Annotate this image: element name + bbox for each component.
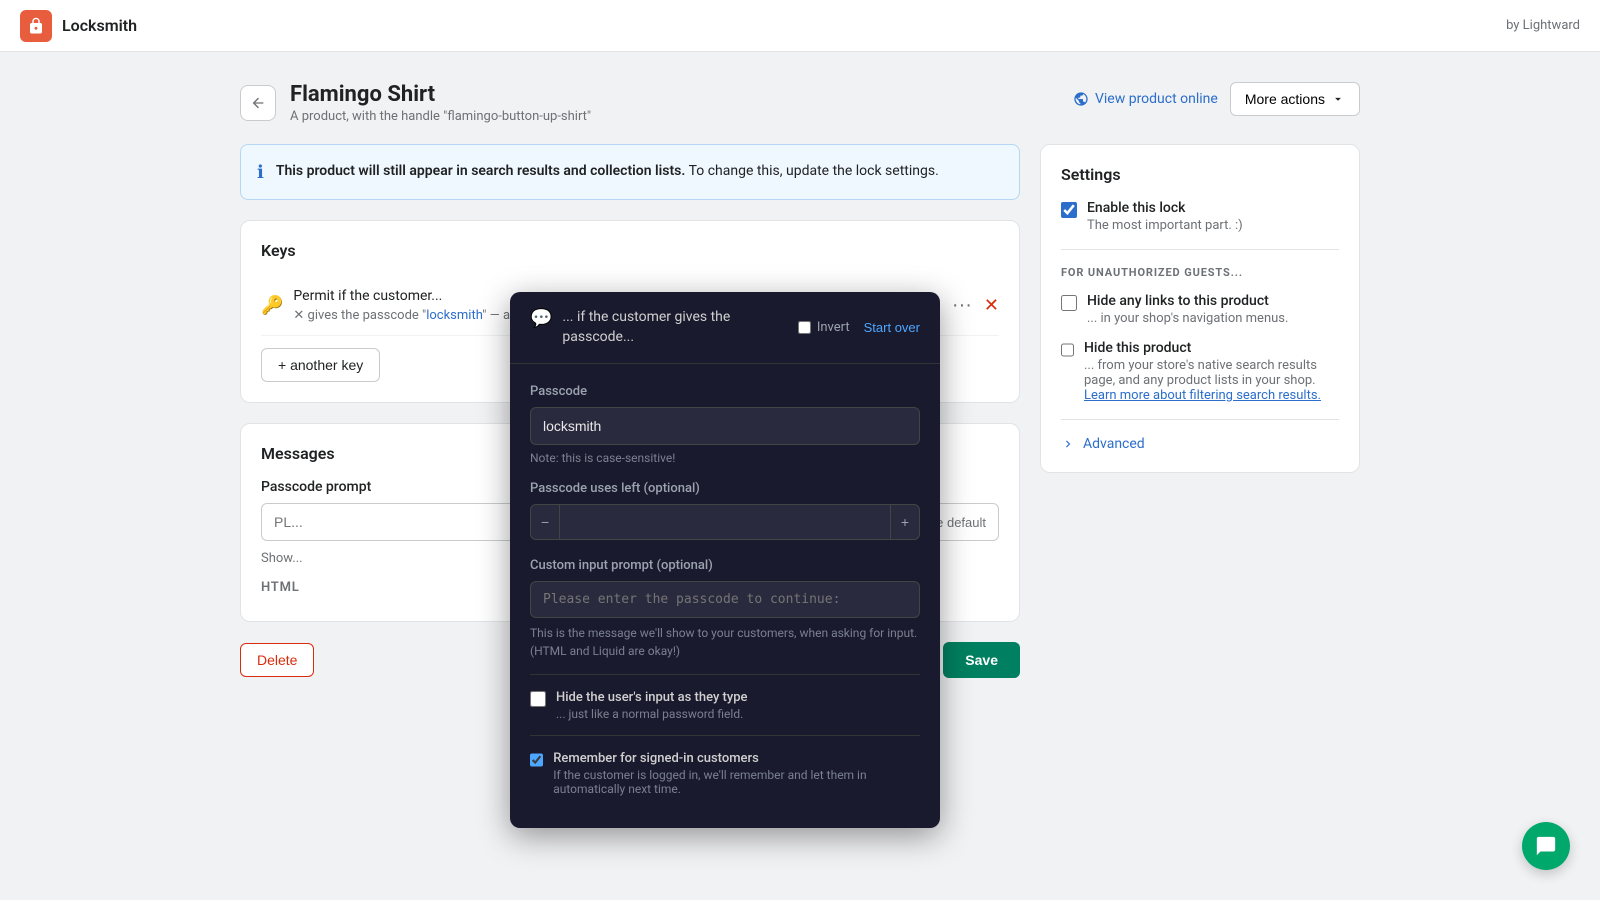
settings-card: Settings Enable this lock The most impor… [1040, 144, 1360, 473]
hide-links-row: Hide any links to this product ... in yo… [1061, 293, 1339, 326]
enable-lock-info: Enable this lock The most important part… [1087, 200, 1243, 233]
app-title: Locksmith [62, 16, 137, 35]
page-subtitle: A product, with the handle "flamingo-but… [290, 109, 591, 124]
popup-body: Passcode Note: this is case-sensitive! P… [510, 364, 940, 828]
info-banner: ℹ This product will still appear in sear… [240, 144, 1020, 200]
key-options-button[interactable]: ··· [948, 290, 976, 321]
key-actions: ··· ✕ [948, 290, 999, 321]
stepper-plus[interactable]: + [890, 504, 920, 540]
enable-lock-row: Enable this lock The most important part… [1061, 200, 1339, 233]
view-online-label: View product online [1095, 91, 1218, 107]
remember-row: Remember for signed-in customers If the … [530, 750, 920, 796]
hide-links-info: Hide any links to this product ... in yo… [1087, 293, 1288, 326]
topbar-by: by Lightward [1506, 18, 1580, 33]
more-actions-button[interactable]: More actions [1230, 82, 1360, 116]
key-icon: 🔑 [261, 295, 283, 316]
hide-links-label: Hide any links to this product [1087, 293, 1269, 309]
hide-product-label: Hide this product [1084, 340, 1191, 356]
prompt-section: Custom input prompt (optional) This is t… [530, 558, 920, 660]
enable-lock-desc: The most important part. :) [1087, 218, 1243, 233]
hide-links-desc: ... in your shop's navigation menus. [1087, 311, 1288, 326]
advanced-toggle[interactable]: Advanced [1061, 436, 1339, 452]
page-content: Flamingo Shirt A product, with the handl… [200, 52, 1400, 708]
hide-product-desc: ... from your store's native search resu… [1084, 358, 1339, 403]
invert-checkbox[interactable] [798, 321, 811, 334]
page-title-block: Flamingo Shirt A product, with the handl… [290, 82, 591, 124]
filtering-link[interactable]: Learn more about filtering search result… [1084, 388, 1321, 403]
invert-text: Invert [817, 320, 850, 335]
view-online-link[interactable]: View product online [1073, 91, 1218, 107]
popup-bubble-icon: 💬 [530, 308, 552, 329]
enable-lock-label: Enable this lock [1087, 200, 1185, 216]
enable-lock-checkbox[interactable] [1061, 202, 1077, 218]
key-remove-button[interactable]: ✕ [984, 295, 999, 316]
back-button[interactable] [240, 85, 276, 121]
popup-prompt-help: This is the message we'll show to your c… [530, 624, 920, 660]
info-text: This product will still appear in search… [276, 161, 939, 182]
hide-input-row: Hide the user's input as they type ... j… [530, 689, 920, 721]
popup-stepper: − + [530, 504, 920, 540]
page-title: Flamingo Shirt [290, 82, 591, 107]
hide-input-desc: ... just like a normal password field. [556, 707, 748, 721]
topbar-left: Locksmith [20, 10, 137, 42]
stepper-minus[interactable]: − [530, 504, 560, 540]
info-icon: ℹ [257, 162, 264, 183]
key-sub-prefix: ✕ gives the passcode " [293, 308, 426, 323]
more-actions-label: More actions [1245, 91, 1325, 107]
popup-header-text-block: 💬 ... if the customer gives the passcode… [530, 308, 798, 347]
advanced-label: Advanced [1083, 436, 1145, 452]
key-passcode: locksmith [426, 308, 482, 323]
remember-info: Remember for signed-in customers If the … [553, 750, 920, 796]
popup-case-note: Note: this is case-sensitive! [530, 451, 920, 465]
topbar: Locksmith by Lightward [0, 0, 1600, 52]
popup-passcode-label: Passcode [530, 384, 920, 399]
popup-header: 💬 ... if the customer gives the passcode… [510, 292, 940, 364]
start-over-button[interactable]: Start over [864, 320, 920, 335]
popup-uses-label: Passcode uses left (optional) [530, 481, 920, 496]
keys-title: Keys [261, 241, 999, 260]
right-column: Settings Enable this lock The most impor… [1040, 144, 1360, 678]
popup-prompt-label: Custom input prompt (optional) [530, 558, 920, 573]
hide-input-label: Hide the user's input as they type [556, 690, 748, 705]
hide-links-checkbox[interactable] [1061, 295, 1077, 311]
popup-header-actions: Invert Start over [798, 320, 920, 335]
hide-product-info: Hide this product ... from your store's … [1084, 340, 1339, 403]
stepper-input[interactable] [560, 504, 890, 540]
hide-product-row: Hide this product ... from your store's … [1061, 340, 1339, 403]
popup-prompt-input[interactable] [530, 581, 920, 618]
save-button[interactable]: Save [943, 642, 1020, 678]
chat-button[interactable] [1522, 822, 1570, 870]
passcode-popup: 💬 ... if the customer gives the passcode… [510, 292, 940, 828]
page-header-left: Flamingo Shirt A product, with the handl… [240, 82, 591, 124]
remember-desc: If the customer is logged in, we'll reme… [553, 768, 920, 796]
delete-button[interactable]: Delete [240, 643, 314, 677]
info-bold: This product will still appear in search… [276, 163, 686, 179]
hide-input-info: Hide the user's input as they type ... j… [556, 689, 748, 721]
hide-input-checkbox[interactable] [530, 691, 546, 707]
hide-product-desc-text: ... from your store's native search resu… [1084, 358, 1317, 388]
add-key-button[interactable]: + another key [261, 348, 380, 382]
settings-title: Settings [1061, 165, 1339, 184]
page-header-right: View product online More actions [1073, 82, 1360, 116]
app-icon [20, 10, 52, 42]
remember-label: Remember for signed-in customers [553, 751, 759, 766]
for-unauthorized-label: FOR UNAUTHORIZED GUESTS... [1061, 266, 1339, 279]
popup-title: ... if the customer gives the passcode..… [562, 308, 797, 347]
invert-label[interactable]: Invert [798, 320, 850, 335]
popup-passcode-input[interactable] [530, 407, 920, 445]
remember-checkbox[interactable] [530, 752, 543, 768]
page-header: Flamingo Shirt A product, with the handl… [240, 82, 1360, 124]
hide-product-checkbox[interactable] [1061, 342, 1074, 358]
info-plain: To change this, update the lock settings… [689, 163, 939, 179]
